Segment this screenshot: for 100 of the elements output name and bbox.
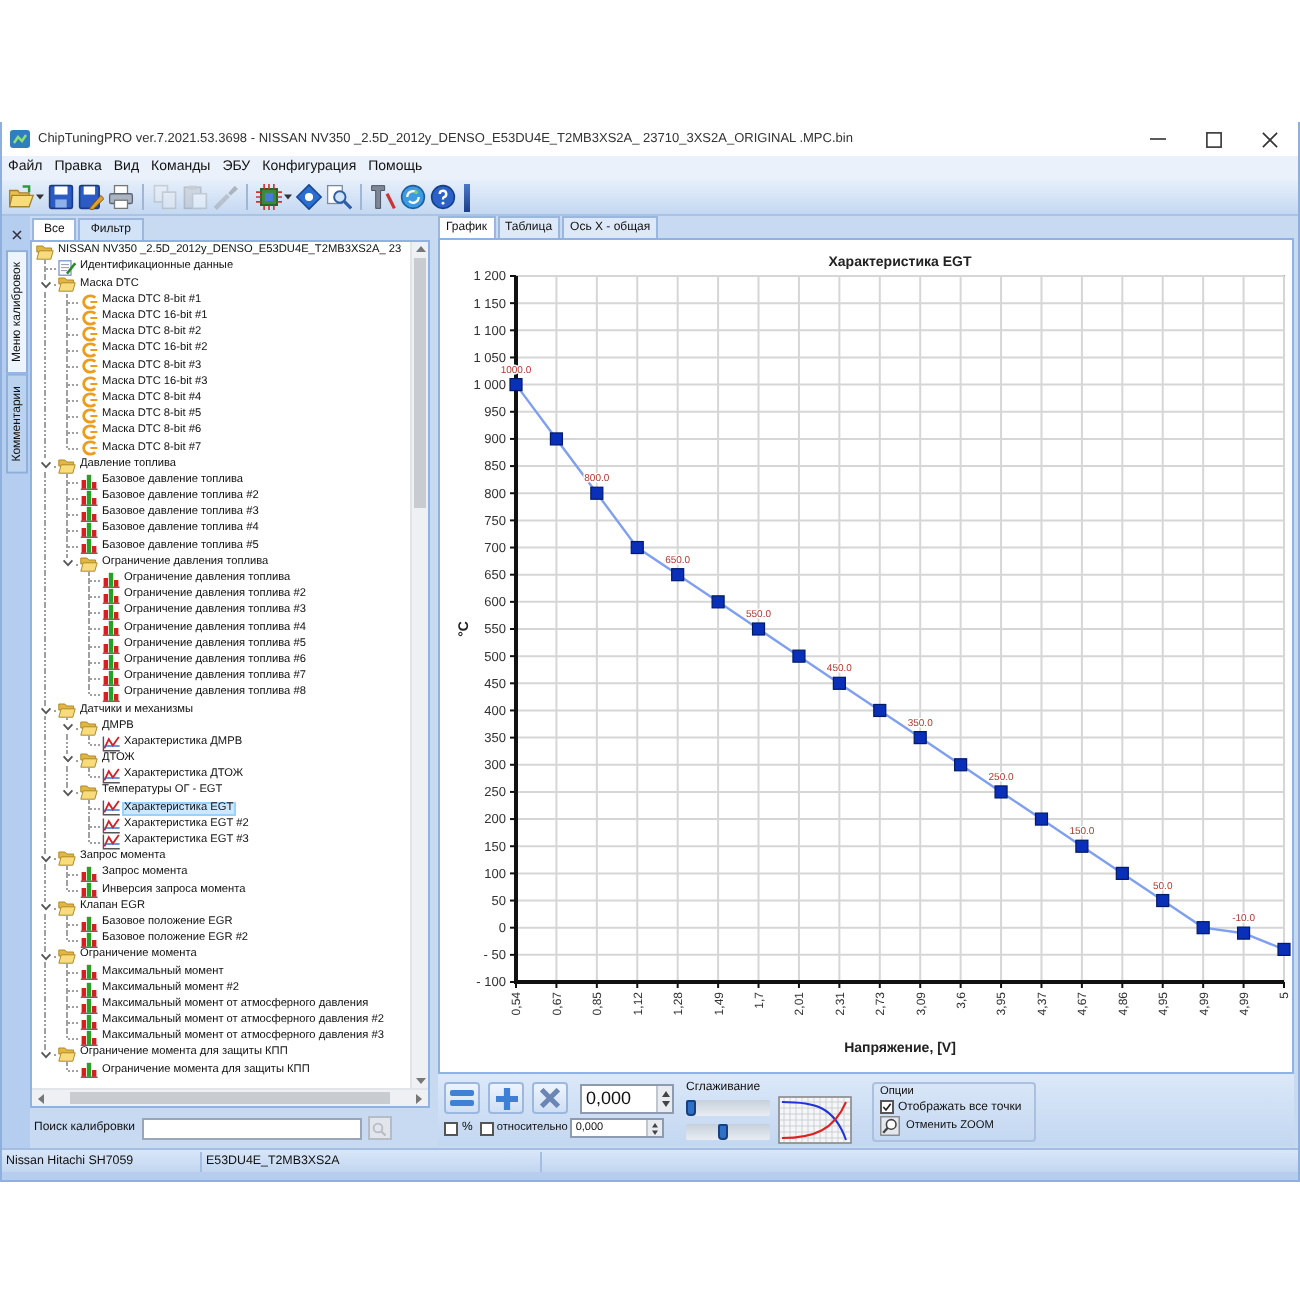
data-point[interactable] — [671, 568, 685, 582]
scrollbar-thumb[interactable] — [414, 258, 426, 508]
printer-icon — [108, 184, 134, 210]
ring-icon — [80, 440, 98, 457]
bar-chart-icon — [102, 604, 120, 621]
add-button[interactable] — [488, 1082, 524, 1114]
data-point[interactable] — [1237, 926, 1251, 940]
bar-chart-icon — [102, 571, 120, 588]
checkbox[interactable] — [480, 1121, 495, 1135]
data-point[interactable] — [913, 731, 927, 745]
chevron-down-icon[interactable] — [39, 705, 51, 716]
toolbar-button[interactable] — [106, 181, 136, 213]
checkbox[interactable] — [444, 1121, 458, 1135]
toolbar-button[interactable] — [324, 181, 354, 213]
smoothing-slider[interactable] — [686, 1124, 770, 1140]
ring-icon — [80, 342, 98, 359]
spin-button[interactable] — [645, 1120, 662, 1136]
chip-icon — [256, 184, 282, 210]
chevron-down-icon[interactable] — [61, 754, 73, 765]
chevron-down-icon[interactable] — [61, 787, 73, 798]
value-field[interactable]: 0,000 — [580, 1083, 674, 1113]
data-point[interactable] — [1075, 839, 1089, 853]
equals-button[interactable] — [444, 1082, 480, 1114]
data-point[interactable] — [832, 676, 846, 690]
ring-icon — [80, 309, 98, 326]
help-icon — [430, 184, 456, 210]
data-point[interactable] — [549, 432, 563, 446]
bar-chart-icon — [102, 669, 120, 686]
ring-icon — [80, 391, 98, 408]
vertical-scrollbar[interactable] — [410, 242, 428, 1088]
open-folder-icon — [80, 719, 98, 736]
checkbox[interactable] — [880, 1100, 894, 1114]
open-folder-icon — [58, 702, 76, 719]
search-field[interactable] — [141, 1117, 362, 1139]
checkmark-icon — [882, 1102, 892, 1112]
data-point[interactable] — [1196, 921, 1210, 935]
bar-chart-icon — [80, 473, 98, 490]
data-point[interactable] — [509, 378, 523, 392]
smoothing-slider[interactable] — [686, 1100, 770, 1116]
data-point[interactable] — [1277, 942, 1291, 956]
ring-icon — [80, 424, 98, 441]
ring-icon — [80, 358, 98, 375]
down-arrow-icon[interactable] — [415, 1078, 425, 1084]
data-point[interactable] — [1115, 866, 1129, 880]
slider-thumb[interactable] — [717, 1124, 728, 1140]
bar-chart-icon — [80, 931, 98, 948]
data-point[interactable] — [873, 703, 887, 718]
toolbar-button[interactable] — [368, 181, 398, 213]
toolbar-button[interactable] — [398, 181, 428, 213]
left-arrow-icon[interactable] — [38, 1093, 44, 1103]
bar-chart-icon — [80, 964, 98, 981]
horizontal-scrollbar[interactable] — [32, 1088, 428, 1106]
chevron-down-icon[interactable] — [61, 722, 73, 733]
bar-chart-icon — [80, 1062, 98, 1079]
right-arrow-icon[interactable] — [416, 1093, 422, 1103]
toolbar-button[interactable] — [428, 181, 458, 213]
open-folder-icon — [58, 276, 76, 293]
chevron-down-icon[interactable] — [39, 853, 51, 864]
app-icon — [10, 130, 30, 148]
search-icon — [372, 1121, 387, 1135]
bar-chart-icon — [80, 538, 98, 555]
spin-button[interactable] — [656, 1085, 672, 1111]
chevron-down-icon[interactable] — [39, 460, 51, 471]
data-point[interactable] — [1034, 812, 1049, 826]
data-point[interactable] — [590, 486, 604, 500]
slider-thumb[interactable] — [686, 1100, 696, 1116]
line-chart-icon — [102, 768, 120, 785]
toolbar-button[interactable] — [254, 181, 294, 213]
equals-icon — [450, 1090, 474, 1106]
up-arrow-icon[interactable] — [415, 246, 425, 252]
data-point[interactable] — [751, 622, 766, 636]
toolbar-button[interactable] — [294, 181, 324, 213]
open-folder-icon — [80, 784, 98, 801]
clipboard-icon — [182, 184, 208, 210]
cross-icon — [540, 1088, 560, 1108]
scrollbar-thumb[interactable] — [70, 1092, 390, 1104]
minimize-icon — [1150, 138, 1166, 140]
bar-chart-icon — [80, 489, 98, 506]
spin-arrows-icon — [661, 1089, 669, 1107]
close-icon[interactable] — [11, 230, 21, 240]
chevron-down-icon[interactable] — [39, 279, 51, 290]
open-folder-icon — [58, 899, 76, 916]
chevron-down-icon[interactable] — [39, 951, 51, 962]
line-chart-icon — [102, 735, 120, 752]
ring-icon — [80, 375, 98, 392]
toolbar-button[interactable] — [76, 181, 106, 213]
magnifier-icon — [326, 184, 352, 210]
data-point[interactable] — [630, 540, 644, 555]
remove-button[interactable] — [532, 1082, 568, 1114]
chevron-down-icon[interactable] — [39, 1049, 51, 1060]
chevron-down-icon[interactable] — [39, 902, 51, 913]
caret-icon — [36, 194, 44, 200]
bar-chart-icon — [102, 637, 120, 654]
toolbar-button[interactable] — [46, 181, 76, 213]
ring-icon — [80, 407, 98, 424]
vertical-bar-icon[interactable] — [464, 183, 470, 211]
data-point[interactable] — [1156, 893, 1170, 908]
chevron-down-icon[interactable] — [61, 558, 73, 569]
data-point[interactable] — [954, 758, 968, 772]
ring-icon — [80, 326, 98, 343]
